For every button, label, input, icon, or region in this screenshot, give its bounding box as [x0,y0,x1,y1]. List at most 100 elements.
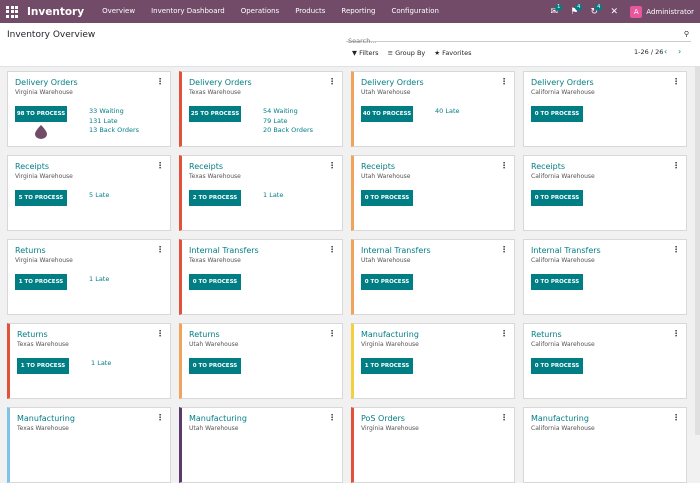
close-icon[interactable]: ✕ [604,0,624,23]
card-title[interactable]: Returns [15,246,46,255]
card-menu-icon[interactable]: ⋮ [672,161,680,170]
updates-icon[interactable]: ↻ 4 [584,0,604,23]
stat-link[interactable]: 54 Waiting [263,107,313,117]
to-process-button[interactable]: 1 TO PROCESS [15,274,67,290]
card-menu-icon[interactable]: ⋮ [328,329,336,338]
user-name[interactable]: Administrator [646,8,694,16]
operation-card[interactable]: Returns California Warehouse ⋮ 0 TO PROCE… [523,323,687,399]
card-title[interactable]: Returns [189,330,220,339]
menu-reporting[interactable]: Reporting [333,0,383,23]
operation-card[interactable]: Receipts Utah Warehouse ⋮ 0 TO PROCESS [351,155,515,231]
pager-value[interactable]: 1-26 / 26 [634,48,663,56]
menu-inventory-dashboard[interactable]: Inventory Dashboard [143,0,233,23]
card-menu-icon[interactable]: ⋮ [156,329,164,338]
card-title[interactable]: Delivery Orders [189,78,252,87]
operation-card[interactable]: Returns Virginia Warehouse ⋮ 1 TO PROCESS… [7,239,171,315]
to-process-button[interactable]: 0 TO PROCESS [531,106,583,122]
card-title[interactable]: Manufacturing [531,414,589,423]
card-menu-icon[interactable]: ⋮ [156,413,164,422]
operation-card[interactable]: Receipts Texas Warehouse ⋮ 2 TO PROCESS 1 … [179,155,343,231]
operation-card[interactable]: Manufacturing Texas Warehouse ⋮ [7,407,171,483]
operation-card[interactable]: PoS Orders Virginia Warehouse ⋮ [351,407,515,483]
card-title[interactable]: Delivery Orders [15,78,78,87]
card-menu-icon[interactable]: ⋮ [328,245,336,254]
card-menu-icon[interactable]: ⋮ [156,245,164,254]
app-menu-icon[interactable] [5,5,19,19]
stat-link[interactable]: 20 Back Orders [263,126,313,136]
stat-link[interactable]: 79 Late [263,117,313,127]
card-menu-icon[interactable]: ⋮ [500,245,508,254]
card-title[interactable]: Internal Transfers [531,246,601,255]
card-menu-icon[interactable]: ⋮ [672,77,680,86]
stat-link[interactable]: 1 Late [89,275,109,285]
operation-card[interactable]: Returns Utah Warehouse ⋮ 0 TO PROCESS [179,323,343,399]
card-title[interactable]: Manufacturing [361,330,419,339]
card-title[interactable]: Internal Transfers [189,246,259,255]
operation-card[interactable]: Manufacturing California Warehouse ⋮ [523,407,687,483]
card-title[interactable]: Receipts [531,162,565,171]
operation-card[interactable]: Manufacturing Virginia Warehouse ⋮ 1 TO P… [351,323,515,399]
card-title[interactable]: Returns [531,330,562,339]
stat-link[interactable]: 1 Late [263,191,283,201]
activity-icon[interactable]: ⚑ 4 [564,0,584,23]
to-process-button[interactable]: 25 TO PROCESS [189,106,241,122]
chat-icon[interactable]: ✉ 1 [544,0,564,23]
favorites-button[interactable]: ★ Favorites [434,49,471,57]
scrollbar[interactable] [695,67,700,435]
card-menu-icon[interactable]: ⋮ [328,161,336,170]
stat-link[interactable]: 131 Late [89,117,139,127]
stat-link[interactable]: 33 Waiting [89,107,139,117]
card-menu-icon[interactable]: ⋮ [500,329,508,338]
filters-button[interactable]: ▼ Filters [352,49,379,57]
search-input[interactable] [346,34,666,48]
to-process-button[interactable]: 0 TO PROCESS [361,274,413,290]
operation-card[interactable]: Internal Transfers Texas Warehouse ⋮ 0 TO… [179,239,343,315]
card-menu-icon[interactable]: ⋮ [328,77,336,86]
card-menu-icon[interactable]: ⋮ [672,329,680,338]
operation-card[interactable]: Receipts California Warehouse ⋮ 0 TO PROC… [523,155,687,231]
stat-link[interactable]: 40 Late [435,107,460,117]
to-process-button[interactable]: 2 TO PROCESS [189,190,241,206]
to-process-button[interactable]: 0 TO PROCESS [361,190,413,206]
operation-card[interactable]: Delivery Orders California Warehouse ⋮ 0 … [523,71,687,147]
card-menu-icon[interactable]: ⋮ [672,245,680,254]
operation-card[interactable]: Manufacturing Utah Warehouse ⋮ [179,407,343,483]
card-title[interactable]: Receipts [15,162,49,171]
operation-card[interactable]: Internal Transfers California Warehouse … [523,239,687,315]
menu-products[interactable]: Products [287,0,333,23]
operation-card[interactable]: Delivery Orders Texas Warehouse ⋮ 25 TO P… [179,71,343,147]
app-brand[interactable]: Inventory [27,6,84,18]
operation-card[interactable]: Delivery Orders Utah Warehouse ⋮ 40 TO PR… [351,71,515,147]
card-menu-icon[interactable]: ⋮ [156,161,164,170]
avatar[interactable]: A [630,5,643,18]
operation-card[interactable]: Returns Texas Warehouse ⋮ 1 TO PROCESS 1 L… [7,323,171,399]
to-process-button[interactable]: 0 TO PROCESS [189,358,241,374]
to-process-button[interactable]: 0 TO PROCESS [531,358,583,374]
operation-card[interactable]: Internal Transfers Utah Warehouse ⋮ 0 TO … [351,239,515,315]
operation-card[interactable]: Receipts Virginia Warehouse ⋮ 5 TO PROCES… [7,155,171,231]
menu-overview[interactable]: Overview [94,0,143,23]
card-title[interactable]: PoS Orders [361,414,405,423]
card-title[interactable]: Manufacturing [17,414,75,423]
card-menu-icon[interactable]: ⋮ [500,413,508,422]
pager-next-icon[interactable]: › [678,47,681,56]
to-process-button[interactable]: 1 TO PROCESS [361,358,413,374]
to-process-button[interactable]: 40 TO PROCESS [361,106,413,122]
to-process-button[interactable]: 1 TO PROCESS [17,358,69,374]
card-title[interactable]: Delivery Orders [531,78,594,87]
menu-configuration[interactable]: Configuration [383,0,446,23]
to-process-button[interactable]: 0 TO PROCESS [189,274,241,290]
stat-link[interactable]: 1 Late [91,359,111,369]
card-menu-icon[interactable]: ⋮ [500,77,508,86]
card-title[interactable]: Returns [17,330,48,339]
search-icon[interactable]: ⚲ [684,30,689,38]
stat-link[interactable]: 5 Late [89,191,109,201]
card-title[interactable]: Internal Transfers [361,246,431,255]
menu-operations[interactable]: Operations [233,0,287,23]
to-process-button[interactable]: 0 TO PROCESS [531,274,583,290]
card-title[interactable]: Receipts [189,162,223,171]
card-title[interactable]: Delivery Orders [361,78,424,87]
card-title[interactable]: Manufacturing [189,414,247,423]
card-menu-icon[interactable]: ⋮ [500,161,508,170]
card-menu-icon[interactable]: ⋮ [672,413,680,422]
